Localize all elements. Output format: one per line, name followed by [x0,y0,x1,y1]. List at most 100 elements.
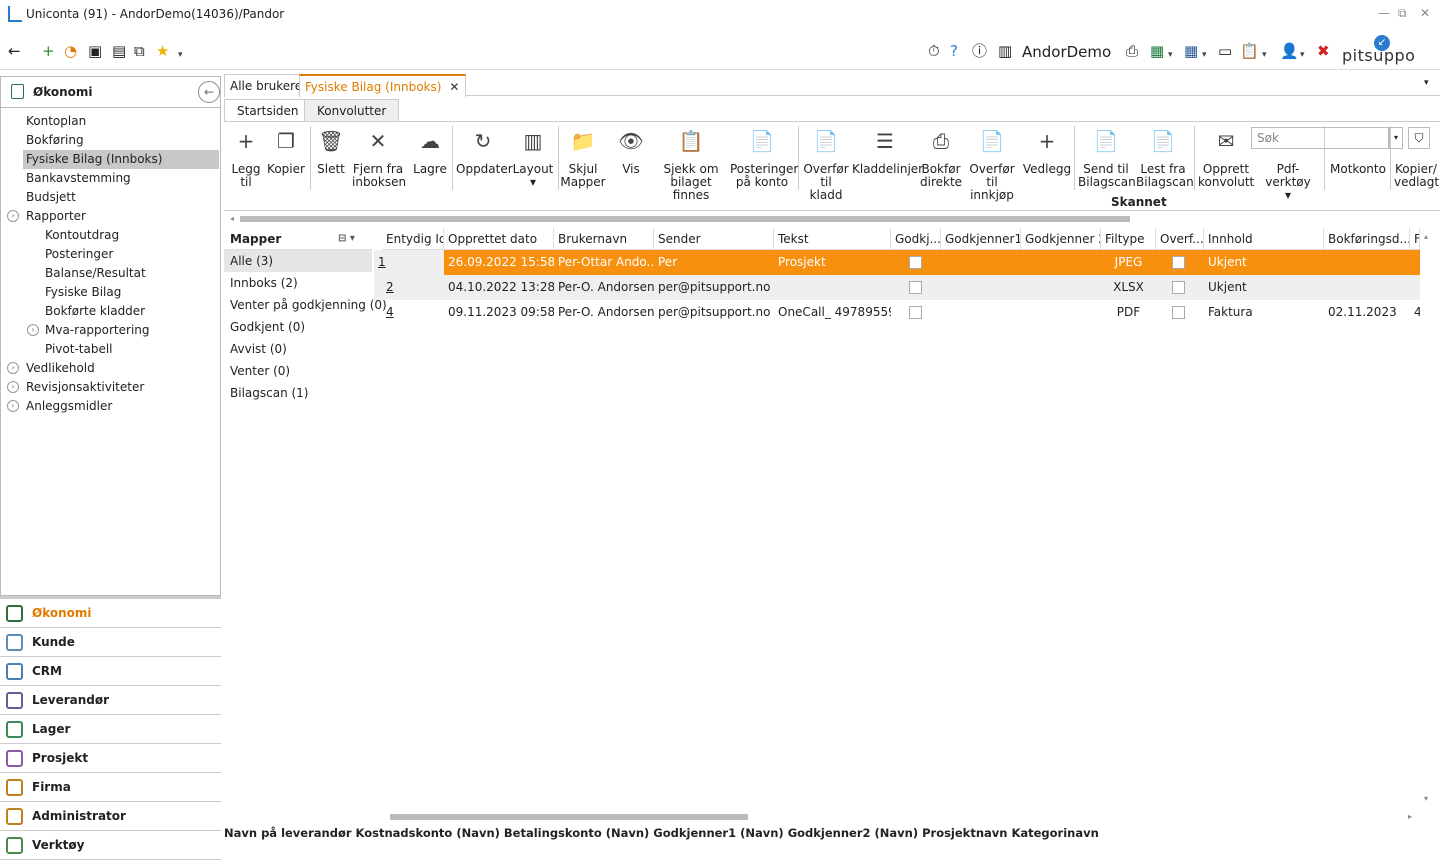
tree-item[interactable]: › Revisjonsaktiviteter [1,378,220,397]
scroll-right-icon[interactable]: ▸ [1408,812,1412,821]
ribbon-button[interactable]: 📋 Sjekk om bilaget finnes [652,128,730,202]
tree-item[interactable]: Posteringer [1,245,220,264]
ribbon-button[interactable]: ▥ Layout ▾ [512,128,554,189]
column-header[interactable]: Sender [654,228,774,250]
expand-icon[interactable]: › [27,324,39,336]
group-by-columns[interactable]: Navn på leverandør Kostnadskonto (Navn) … [224,826,1099,840]
word-dropdown-icon[interactable]: ▾ [1202,46,1207,64]
user-icon[interactable]: 👤 [1280,42,1299,60]
favorite-dropdown-icon[interactable]: ▾ [178,46,183,64]
ribbon-button[interactable]: ❐ Kopier [266,128,306,176]
minimize-icon[interactable]: — [1378,6,1390,20]
ribbon-button[interactable]: ☰ Kladdelinjer [852,128,923,176]
tree-item[interactable]: › Mva-rapportering [1,321,220,340]
tree-item[interactable]: Fysiske Bilag (Innboks) [23,150,219,169]
collapse-panel-icon[interactable]: ← [198,81,220,103]
close-tab-icon[interactable]: ✕ [449,76,459,98]
scroll-down-icon[interactable]: ▾ [1424,794,1428,803]
mapper-item[interactable]: Alle (3) [224,250,372,272]
ribbon-button[interactable]: 👁 Vis [616,128,646,176]
search-dropdown-icon[interactable]: ▾ [1389,127,1403,149]
tree-item[interactable]: Fysiske Bilag [1,283,220,302]
mapper-item[interactable]: Godkjent (0) [224,316,372,338]
back-arrow-icon[interactable]: ← [8,42,21,60]
module-item[interactable]: Firma [0,773,221,802]
tree-item[interactable]: Bankavstemming [1,169,220,188]
scrollbar-thumb[interactable] [390,814,748,820]
table-row[interactable]: 26.09.2022 15:58 Per-Ottar Ando... Per Pros… [444,250,1420,275]
info-icon[interactable]: ⓘ [972,42,987,60]
column-header[interactable]: Overf... [1156,228,1204,250]
ribbon-tab-startsiden[interactable]: Startsiden [224,99,312,121]
tree-item[interactable]: › Vedlikehold [1,359,220,378]
report-icon[interactable]: ▤ [112,42,126,60]
ribbon-button[interactable]: + Vedlegg [1022,128,1072,176]
module-item[interactable]: Leverandør [0,686,221,715]
module-item[interactable]: Kunde [0,628,221,657]
help-icon[interactable]: ? [950,42,958,60]
column-header[interactable]: Godkjenner1 [941,228,1021,250]
mapper-options-icon[interactable]: ⊟ ▾ [338,228,355,250]
expand-icon[interactable]: › [7,381,19,393]
expand-icon[interactable]: › [7,400,19,412]
excel-dropdown-icon[interactable]: ▾ [1168,46,1173,64]
grid-horizontal-scrollbar[interactable]: ▸ [374,812,1420,822]
tree-item[interactable]: › Rapporter [1,207,220,226]
ribbon-tab-konvolutter[interactable]: Konvolutter [304,99,400,121]
scrollbar-thumb[interactable] [240,216,1130,222]
restore-icon[interactable]: ⧉ [1398,6,1407,21]
tree-item[interactable]: Bokførte kladder [1,302,220,321]
column-header[interactable]: Filtype [1101,228,1156,250]
mapper-item[interactable]: Avvist (0) [224,338,372,360]
add-icon[interactable]: + [42,42,55,60]
word-icon[interactable]: ▦ [1184,42,1198,60]
table-checkbox[interactable] [1172,281,1185,294]
tree-item[interactable]: › Anleggsmidler [1,397,220,416]
mapper-item[interactable]: Venter (0) [224,360,372,382]
module-item[interactable]: Administrator [0,802,221,831]
tab-alle-brukere[interactable]: Alle brukere [224,74,309,97]
print-icon[interactable]: ⎙ [1126,42,1138,60]
ribbon-button[interactable]: ✕ Fjern fra inboksen [352,128,406,189]
expand-icon[interactable]: › [7,210,19,222]
clipboard-icon[interactable]: 📋 [1240,42,1259,60]
ribbon-button[interactable]: 🗑 Slett [316,128,346,176]
filter-icon[interactable]: ⛉ [1408,127,1430,149]
tree-item[interactable]: Kontoplan [1,112,220,131]
table-checkbox[interactable] [1172,256,1185,269]
tree-item[interactable]: Kontoutdrag [1,226,220,245]
table-checkbox[interactable] [1172,306,1185,319]
tree-item[interactable]: Balanse/Resultat [1,264,220,283]
table-row[interactable]: 2 04.10.2022 13:28 Per-O. Andorsen per@pits… [374,275,1420,300]
table-cell-id[interactable]: 4 [382,300,444,325]
user-dropdown-icon[interactable]: ▾ [1300,46,1305,64]
copy-window-icon[interactable]: ⧉ [134,42,145,60]
module-item[interactable]: Prosjekt [0,744,221,773]
tree-item[interactable]: Pivot-tabell [1,340,220,359]
vertical-scrollbar[interactable]: ▴ ▾ [1420,228,1438,808]
mapper-item[interactable]: Bilagscan (1) [224,382,372,404]
exit-icon[interactable]: ✖ [1317,42,1330,60]
mapper-item[interactable]: Venter på godkjenning (0) [224,294,387,316]
column-header[interactable]: Godkjenner 2 [1021,228,1101,250]
table-checkbox[interactable] [909,281,922,294]
ribbon-button[interactable]: + Legg til [230,128,262,189]
module-item[interactable]: Verktøy [0,831,221,860]
table-cell-id[interactable]: 2 [382,275,444,300]
column-header[interactable]: Entydig Id [382,228,444,250]
ribbon-button[interactable]: 📄 Posteringer på konto [730,128,798,189]
favorite-star-icon[interactable]: ★ [156,42,169,60]
tree-item[interactable]: Budsjett [1,188,220,207]
ribbon-button[interactable]: ✉ Opprett konvolutt [1198,128,1254,189]
expand-icon[interactable]: › [7,362,19,374]
ribbon-button[interactable]: 📄 Lest fra Bilagscan [1136,128,1194,189]
ribbon-button[interactable]: ☁ Lagre [412,128,448,176]
module-item[interactable]: Lager [0,715,221,744]
tree-item[interactable]: Bokføring [1,131,220,150]
csv-icon[interactable]: ▭ [1218,42,1232,60]
table-cell-id[interactable]: 1 [374,250,444,275]
clipboard-dropdown-icon[interactable]: ▾ [1262,46,1267,64]
column-header[interactable]: Brukernavn [554,228,654,250]
module-item[interactable]: CRM [0,657,221,686]
column-header[interactable]: Innhold [1204,228,1324,250]
